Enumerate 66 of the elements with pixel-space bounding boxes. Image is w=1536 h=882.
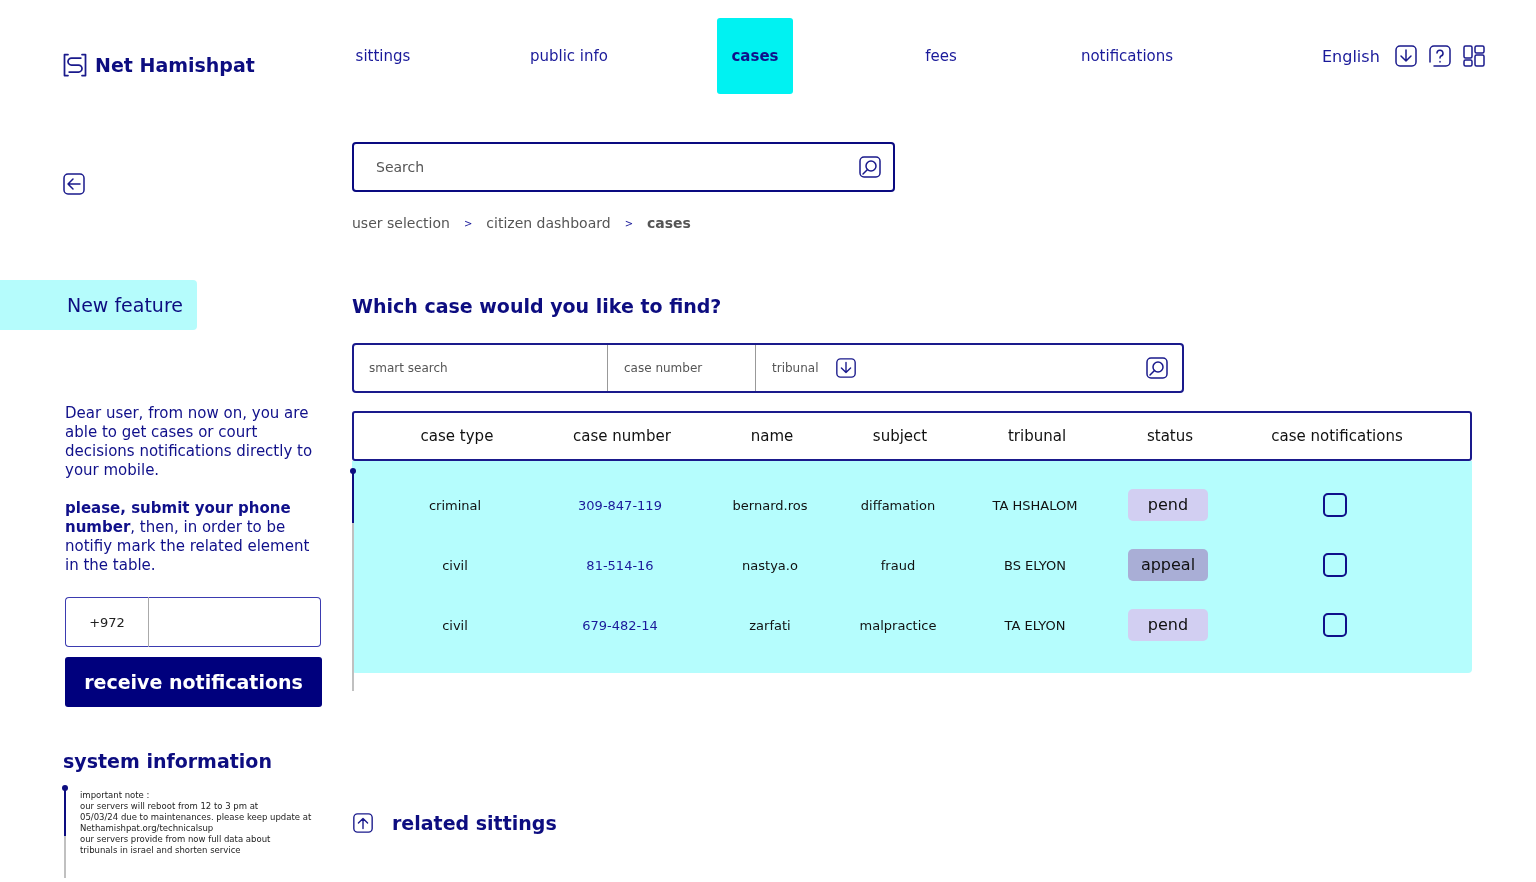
table-cell-text: TA HSHALOM	[991, 497, 1079, 513]
note-text: 05/03/24 due to maintenances. please keep update at	[80, 812, 312, 823]
nav-tab[interactable]: public info	[523, 18, 614, 94]
table-cell-text: fraud	[879, 557, 917, 573]
language-link[interactable]: English	[1322, 46, 1380, 66]
search-icon[interactable]	[1145, 356, 1169, 380]
notification-checkbox[interactable]	[1323, 553, 1347, 577]
brand-name: Net Hamishpat	[95, 54, 255, 76]
column-header: case notifications	[1270, 427, 1404, 445]
logo-icon	[61, 51, 89, 79]
nav-tab[interactable]: cases	[717, 18, 793, 94]
country-code-field[interactable]: +972	[65, 597, 149, 647]
status-tag: appeal	[1128, 549, 1208, 581]
note-text: Nethamishpat.org/technicalsup	[80, 823, 215, 834]
table-cell-text: nastya.o	[741, 557, 799, 573]
receive-notifications-button[interactable]: receive notifications	[65, 657, 322, 707]
nav-tab[interactable]: notifications	[1074, 18, 1180, 94]
tribunal-dropdown[interactable]: tribunal	[772, 361, 819, 375]
note-text: important note :	[80, 790, 151, 801]
section-heading: system information	[63, 750, 273, 772]
column-header: name	[749, 427, 795, 445]
breadcrumb-separator: >	[463, 217, 473, 229]
breadcrumb-separator: >	[624, 217, 633, 229]
table-cell-text: zarfati	[748, 617, 792, 633]
notification-checkbox[interactable]	[1323, 493, 1347, 517]
column-header: status	[1145, 427, 1195, 445]
smart-search-field[interactable]: smart search	[369, 361, 448, 375]
breadcrumb-link[interactable]: citizen dashboard	[486, 215, 611, 231]
case-number-link[interactable]: 309-847-119	[518, 497, 722, 513]
feature-banner: New feature	[0, 280, 197, 330]
download-icon[interactable]	[1393, 44, 1418, 68]
search-icon[interactable]	[858, 155, 882, 179]
table-cell-text: BS ELYON	[1003, 557, 1067, 573]
nav-tab[interactable]: sittings	[349, 18, 417, 94]
table-cell-text: civil	[441, 557, 469, 573]
note-text: our servers provide from now full data about	[80, 834, 272, 845]
status-tag: pend	[1128, 609, 1208, 641]
note-text: our servers will reboot from 12 to 3 pm at	[80, 801, 260, 812]
help-icon[interactable]	[1427, 44, 1452, 68]
table-cell-text: bernard.ros	[731, 497, 809, 513]
table-cell-text: criminal	[427, 497, 483, 513]
nav-tab[interactable]: fees	[919, 18, 963, 94]
table-cell-text: TA ELYON	[1003, 617, 1067, 633]
page-heading: Which case would you like to find?	[352, 295, 723, 319]
instruction-paragraph: please, submit your phone number, then, in order to be notifiy mark the related element in the table.	[65, 499, 311, 575]
expand-up-icon[interactable]	[352, 812, 374, 834]
column-header: case number	[572, 427, 672, 445]
column-header: case type	[419, 427, 495, 445]
breadcrumb-link[interactable]: user selection	[352, 215, 450, 231]
note-text: tribunals in israel and shorten service	[80, 845, 242, 856]
table-cell-text: diffamation	[859, 497, 937, 513]
section-heading: related sittings	[392, 812, 557, 834]
column-header: subject	[871, 427, 929, 445]
case-number-link[interactable]: 81-514-16	[518, 557, 722, 573]
info-paragraph: Dear user, from now on, you are able to get cases or court decisions notifications directly to your mobile.	[65, 404, 314, 480]
notification-checkbox[interactable]	[1323, 613, 1347, 637]
grid-menu-icon[interactable]	[1461, 44, 1486, 68]
search-field[interactable]: Search	[352, 142, 895, 192]
column-header: tribunal	[1006, 427, 1068, 445]
table-cell-text: civil	[441, 617, 469, 633]
status-tag: pend	[1128, 489, 1208, 521]
breadcrumb-link[interactable]: cases	[647, 215, 691, 231]
table-cell-text: malpractice	[858, 617, 938, 633]
case-number-link[interactable]: 679-482-14	[518, 617, 722, 633]
phone-number-input[interactable]	[149, 597, 321, 647]
case-number-field[interactable]: case number	[624, 361, 703, 375]
